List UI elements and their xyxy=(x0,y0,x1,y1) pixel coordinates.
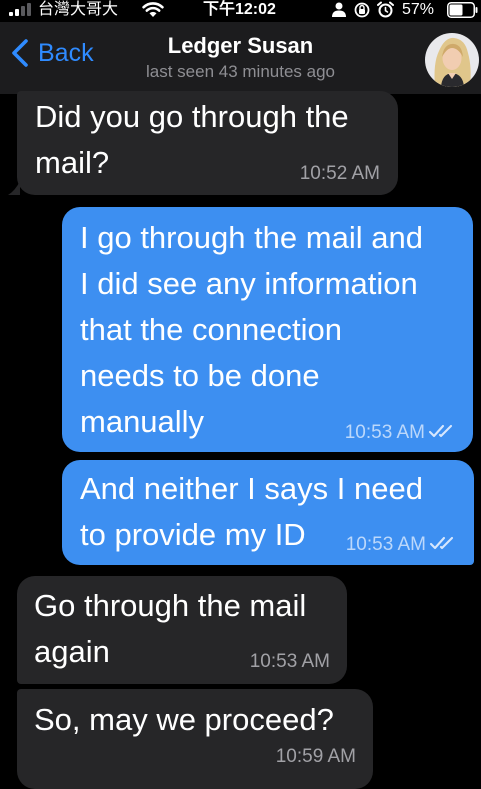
rotation-lock-icon xyxy=(354,2,370,18)
bubble-tail xyxy=(8,181,20,195)
message-text: I go through the mail and I did see any … xyxy=(80,220,423,439)
message-text: So, may we proceed? xyxy=(34,702,334,737)
avatar[interactable] xyxy=(425,33,479,87)
message-outgoing[interactable]: And neither I says I need to provide my … xyxy=(62,460,474,565)
contact-name[interactable]: Ledger Susan xyxy=(0,33,481,59)
message-incoming[interactable]: So, may we proceed? 10:59 AM xyxy=(17,689,373,789)
message-time: 10:53 AM xyxy=(249,651,330,672)
carrier-name: 台灣大哥大 xyxy=(38,1,119,18)
read-checkmarks-icon xyxy=(429,536,454,550)
signal-strength-icon xyxy=(9,3,31,16)
battery-percentage: 57% xyxy=(402,1,435,18)
message-time: 10:52 AM xyxy=(299,163,380,184)
message-outgoing[interactable]: I go through the mail and I did see any … xyxy=(62,207,473,452)
status-time: 下午12:02 xyxy=(203,1,276,18)
message-incoming[interactable]: Go through the mail again 10:53 AM xyxy=(17,576,347,684)
contact-photo xyxy=(425,33,479,87)
status-bar: 台灣大哥大 下午12:02 57% xyxy=(0,0,481,22)
wifi-icon xyxy=(142,2,164,17)
read-checkmarks-icon xyxy=(428,424,453,438)
message-time: 10:53 AM xyxy=(346,534,460,556)
last-seen-status: last seen 43 minutes ago xyxy=(145,62,335,81)
alarm-icon xyxy=(377,1,394,18)
person-icon xyxy=(332,2,346,17)
battery-icon xyxy=(447,2,478,18)
message-incoming[interactable]: Did you go through the mail? 10:52 AM xyxy=(8,91,398,195)
chat-header: Back Ledger Susan last seen 43 minutes a… xyxy=(0,22,481,94)
message-time: 10:53 AM xyxy=(345,422,459,444)
message-time: 10:59 AM xyxy=(275,746,356,767)
